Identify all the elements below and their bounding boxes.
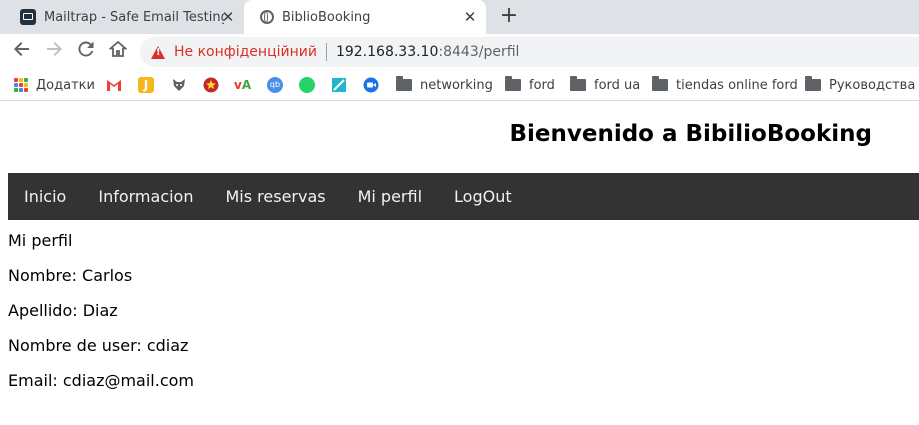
apps-icon <box>14 78 28 92</box>
tab-title: BiblioBooking <box>282 9 371 25</box>
star-icon <box>203 77 219 93</box>
bookmark-folder-networking[interactable]: networking <box>396 76 493 94</box>
main-nav: Inicio Informacion Mis reservas Mi perfi… <box>8 173 919 220</box>
reload-icon <box>78 41 94 57</box>
bookmark-label: ford ua <box>594 77 641 93</box>
page-title: Bienvenido a BibilioBooking <box>509 121 872 147</box>
j-icon: J <box>138 77 154 93</box>
close-icon[interactable]: ✕ <box>462 9 478 25</box>
security-label[interactable]: Не конфіденційний <box>174 44 317 60</box>
bookmark-folder-ford-ua[interactable]: ford ua <box>570 76 640 94</box>
nav-mi-perfil[interactable]: Mi perfil <box>342 173 438 220</box>
bookmark-fox[interactable] <box>171 76 187 94</box>
close-icon[interactable]: ✕ <box>220 9 236 25</box>
bookmark-apps[interactable]: Додатки <box>14 76 95 94</box>
web-page: Bienvenido a BibilioBooking Inicio Infor… <box>0 101 919 425</box>
tab-title: Mailtrap - Safe Email Testing <box>44 9 224 25</box>
gmail-icon <box>107 80 121 91</box>
arrow-right-icon <box>47 42 62 56</box>
bookmark-whatsapp[interactable] <box>299 76 315 94</box>
bookmark-label: tiendas online ford <box>676 77 798 93</box>
bookmark-folder-ford[interactable]: ford <box>505 76 555 94</box>
url-host[interactable]: 192.168.33.10 <box>336 44 438 60</box>
bookmark-tilda[interactable] <box>331 76 347 94</box>
bookmarks-bar: Додатки J vA qb networking ford ford ua … <box>0 70 919 101</box>
forward-button[interactable] <box>42 40 66 64</box>
qb-icon: qb <box>267 77 283 93</box>
omnibox-divider <box>325 43 327 61</box>
bookmark-label: networking <box>420 77 493 93</box>
profile-nombre: Nombre: Carlos <box>8 266 133 285</box>
bookmark-folder-rukovodstva[interactable]: Руководства it <box>805 76 919 94</box>
nav-mis-reservas[interactable]: Mis reservas <box>209 173 341 220</box>
bookmark-label: Руководства it <box>829 77 919 93</box>
section-title: Mi perfil <box>8 231 73 250</box>
folder-icon <box>570 76 586 91</box>
profile-email: Email: cdiaz@mail.com <box>8 371 195 390</box>
bookmark-j[interactable]: J <box>138 76 154 94</box>
folder-icon <box>805 76 821 91</box>
bookmark-duo[interactable] <box>363 76 379 94</box>
tab-bibliobooking[interactable]: BiblioBooking ✕ <box>244 0 486 34</box>
bookmark-gmail[interactable] <box>106 76 122 94</box>
bookmark-star[interactable] <box>203 76 219 94</box>
tab-strip: Mailtrap - Safe Email Testing ✕ BiblioBo… <box>0 0 919 34</box>
tilda-icon <box>332 78 346 92</box>
duo-icon <box>363 77 379 93</box>
bookmark-folder-tiendas[interactable]: tiendas online ford <box>652 76 798 94</box>
arrow-left-icon <box>14 42 29 56</box>
whatsapp-icon <box>299 77 315 93</box>
bookmark-label: ford <box>529 77 555 93</box>
new-tab-button[interactable]: + <box>498 5 520 28</box>
bookmark-label: Додатки <box>36 77 95 93</box>
profile-section: Mi perfil Nombre: Carlos Apellido: Diaz … <box>8 231 194 406</box>
globe-icon <box>260 10 274 24</box>
nav-inicio[interactable]: Inicio <box>8 173 82 220</box>
home-button[interactable] <box>106 40 130 64</box>
bookmark-va[interactable]: vA <box>234 76 251 94</box>
bookmark-qb[interactable]: qb <box>267 76 283 94</box>
va-icon: vA <box>234 78 252 92</box>
back-button[interactable] <box>10 40 34 64</box>
profile-apellido: Apellido: Diaz <box>8 301 118 320</box>
mailtrap-icon <box>20 9 36 25</box>
home-icon <box>108 40 128 57</box>
folder-icon <box>505 76 521 91</box>
profile-username: Nombre de user: cdiaz <box>8 336 189 355</box>
folder-icon <box>396 76 412 91</box>
address-bar[interactable]: Не конфіденційний 192.168.33.10:8443/per… <box>140 37 919 67</box>
warning-icon[interactable] <box>151 45 165 59</box>
browser-toolbar: Не конфіденційний 192.168.33.10:8443/per… <box>0 34 919 70</box>
reload-button[interactable] <box>74 40 98 64</box>
folder-icon <box>652 76 668 91</box>
fox-icon <box>173 79 185 91</box>
url-path[interactable]: :8443/perfil <box>438 44 519 60</box>
nav-logout[interactable]: LogOut <box>438 173 528 220</box>
nav-informacion[interactable]: Informacion <box>82 173 209 220</box>
tab-mailtrap[interactable]: Mailtrap - Safe Email Testing ✕ <box>8 0 244 34</box>
